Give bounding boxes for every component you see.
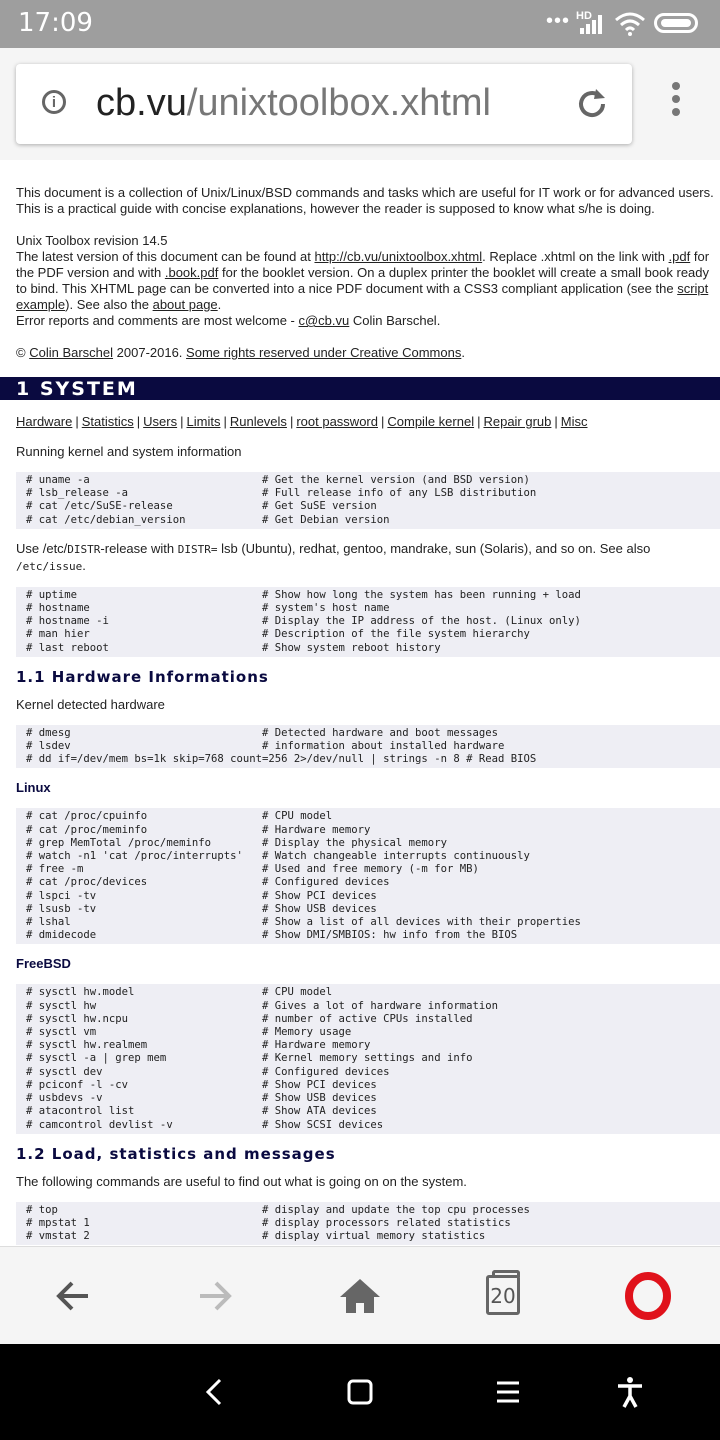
distr-text-b: -release with bbox=[100, 540, 178, 556]
copyright-line: © Colin Barschel 2007-2016. Some rights … bbox=[16, 345, 716, 361]
notification-dots-icon: ••• bbox=[546, 10, 571, 32]
creative-commons-link[interactable]: Some rights reserved under Creative Comm… bbox=[186, 345, 461, 360]
page-content: This document is a collection of Unix/Li… bbox=[0, 185, 720, 1246]
nav-link-repair-grub[interactable]: Repair grub bbox=[483, 414, 551, 429]
nav-link-compile-kernel[interactable]: Compile kernel bbox=[387, 414, 474, 429]
author-link[interactable]: Colin Barschel bbox=[29, 345, 113, 360]
errors-text-end: Colin Barschel. bbox=[349, 313, 441, 328]
kernel-hardware-text: Kernel detected hardware bbox=[16, 696, 165, 712]
code-block-dmesg: # dmesg # Detected hardware and boot mes… bbox=[16, 724, 720, 769]
accessibility-icon[interactable] bbox=[612, 1374, 648, 1410]
section-heading-system: 1 SYSTEM bbox=[0, 377, 720, 400]
copyright-symbol: © bbox=[16, 345, 30, 360]
revision-block: Unix Toolbox revision 14.5 The latest ve… bbox=[16, 233, 716, 329]
latest-text-6: . bbox=[217, 297, 222, 312]
nav-link-statistics[interactable]: Statistics bbox=[82, 414, 134, 429]
copyright-end: . bbox=[461, 345, 465, 360]
overflow-menu-icon[interactable] bbox=[664, 82, 688, 122]
code-block-kernel: # uname -a # Get the kernel version (and… bbox=[16, 472, 720, 529]
nav-link-misc[interactable]: Misc bbox=[561, 414, 588, 429]
url-path: /unixtoolbox.xhtml bbox=[186, 82, 491, 124]
signal-icon bbox=[580, 15, 602, 34]
distr-release-text: Use /etc/DISTR-release with DISTR= lsb (… bbox=[16, 541, 716, 575]
freebsd-heading: FreeBSD bbox=[16, 956, 71, 972]
code-block-uptime: # uptime # Show how long the system has … bbox=[16, 586, 720, 657]
nav-link-hardware[interactable]: Hardware bbox=[16, 414, 72, 429]
nav-link-root-password[interactable]: root password bbox=[296, 414, 378, 429]
opera-logo-icon[interactable] bbox=[623, 1271, 673, 1321]
section-nav: Hardware | Statistics | Users | Limits | Runleve… bbox=[16, 414, 588, 429]
browser-toolbar: 20 bbox=[0, 1246, 720, 1345]
url-text[interactable]: cb.vu/unixtoolbox.xhtml bbox=[96, 82, 491, 125]
url-domain: cb.vu bbox=[96, 82, 187, 124]
copyright-years: 2007-2016. bbox=[113, 345, 187, 360]
forward-arrow-icon[interactable] bbox=[190, 1271, 240, 1321]
system-back-icon[interactable] bbox=[196, 1374, 232, 1410]
errors-text: Error reports and comments are most welc… bbox=[16, 313, 299, 328]
nav-link-limits[interactable]: Limits bbox=[187, 414, 221, 429]
battery-icon bbox=[654, 13, 698, 33]
distr-code-2: DISTR= bbox=[177, 542, 218, 556]
code-block-top: # top # display and update the top cpu p… bbox=[16, 1201, 720, 1246]
load-text: The following commands are useful to fin… bbox=[16, 1173, 467, 1189]
nav-link-users[interactable]: Users bbox=[143, 414, 177, 429]
email-link[interactable]: c@cb.vu bbox=[298, 313, 349, 328]
status-time: 17:09 bbox=[18, 8, 93, 38]
latest-text-5: ). See also the bbox=[65, 297, 153, 312]
browser-address-bar: i cb.vu/unixtoolbox.xhtml bbox=[0, 48, 720, 161]
web-page[interactable]: This document is a collection of Unix/Li… bbox=[0, 160, 720, 1246]
intro-paragraph: This document is a collection of Unix/Li… bbox=[16, 185, 714, 216]
reload-icon[interactable] bbox=[574, 86, 610, 122]
code-block-freebsd: # sysctl hw.model # CPU model # sysctl h… bbox=[16, 984, 720, 1134]
main-link[interactable]: http://cb.vu/unixtoolbox.xhtml bbox=[314, 249, 482, 264]
distr-text-d: . bbox=[82, 557, 86, 573]
url-field[interactable]: i cb.vu/unixtoolbox.xhtml bbox=[16, 64, 632, 144]
back-arrow-icon[interactable] bbox=[48, 1271, 98, 1321]
distr-text-c: lsb (Ubuntu), redhat, gentoo, mandrake, … bbox=[217, 540, 651, 556]
about-page-link[interactable]: about page bbox=[153, 297, 218, 312]
book-pdf-link[interactable]: .book.pdf bbox=[165, 265, 219, 280]
revision-text: Unix Toolbox revision 14.5 bbox=[16, 233, 168, 248]
pdf-link[interactable]: .pdf bbox=[669, 249, 691, 264]
section-heading-load: 1.2 Load, statistics and messages bbox=[16, 1144, 336, 1163]
kernel-info-text: Running kernel and system information bbox=[16, 444, 242, 459]
wifi-icon bbox=[615, 12, 645, 36]
info-icon[interactable]: i bbox=[42, 90, 66, 114]
latest-text-2: . Replace .xhtml on the link with bbox=[482, 249, 669, 264]
distr-code-3: /etc/issue bbox=[16, 559, 83, 573]
code-block-linux: # cat /proc/cpuinfo # CPU model # cat /p… bbox=[16, 808, 720, 945]
system-nav-bar bbox=[0, 1344, 720, 1440]
home-icon[interactable] bbox=[335, 1271, 385, 1321]
system-menu-icon[interactable] bbox=[490, 1374, 526, 1410]
latest-text: The latest version of this document can … bbox=[16, 249, 315, 264]
status-bar: 17:09 ••• HD bbox=[0, 0, 720, 48]
tabs-icon[interactable]: 20 bbox=[486, 1270, 520, 1315]
nav-link-runlevels[interactable]: Runlevels bbox=[230, 414, 287, 429]
distr-code-1: DISTR bbox=[67, 542, 101, 556]
system-home-icon[interactable] bbox=[342, 1374, 378, 1410]
section-heading-hardware: 1.1 Hardware Informations bbox=[16, 667, 269, 686]
distr-text-a: Use /etc/ bbox=[16, 540, 68, 556]
linux-heading: Linux bbox=[16, 780, 51, 796]
